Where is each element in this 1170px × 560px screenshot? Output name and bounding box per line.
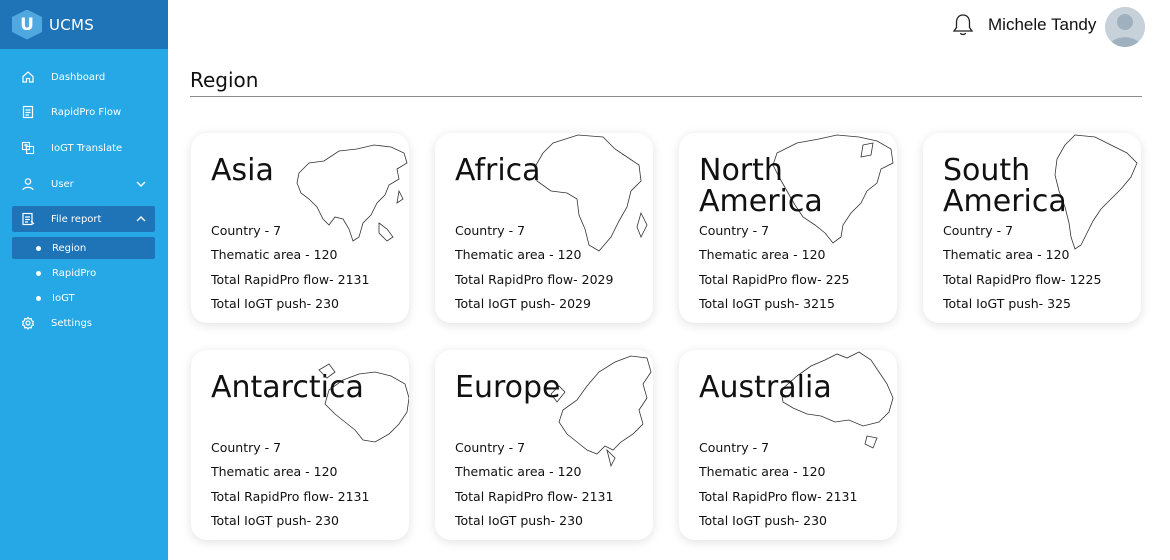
region-iogt-push: Total IoGT push- 230 [699, 513, 827, 528]
region-card-asia[interactable]: Asia Country - 7 Thematic area - 120 Tot… [191, 133, 409, 323]
region-card-europe[interactable]: Europe Country - 7 Thematic area - 120 T… [435, 350, 653, 540]
antarctica-map-icon [318, 363, 409, 443]
user-name[interactable]: Michele Tandy [988, 15, 1096, 35]
region-iogt-push: Total IoGT push- 3215 [699, 296, 835, 311]
asia-map-icon [296, 144, 408, 242]
region-iogt-push: Total IoGT push- 325 [943, 296, 1071, 311]
sidebar-subitem-iogt[interactable]: IoGT [12, 287, 155, 309]
brand[interactable]: U UCMS [0, 0, 168, 49]
sidebar-subitem-label: RapidPro [52, 267, 97, 279]
africa-map-icon [534, 134, 648, 252]
file-report-icon [21, 212, 35, 226]
user-icon [21, 177, 35, 191]
sidebar-item-label: Dashboard [51, 71, 106, 83]
sidebar-item-label: User [51, 178, 74, 190]
avatar-image [1105, 7, 1145, 47]
sidebar-item-label: File report [51, 213, 102, 225]
region-rapidpro-flow: Total RapidPro flow- 2131 [211, 272, 370, 287]
avatar[interactable] [1105, 7, 1145, 47]
region-card-north-america[interactable]: North America Country - 7 Thematic area … [679, 133, 897, 323]
region-thematic-area: Thematic area - 120 [943, 247, 1070, 262]
sidebar-subitem-label: Region [52, 242, 87, 254]
region-card-south-america[interactable]: South America Country - 7 Thematic area … [923, 133, 1141, 323]
region-card-antarctica[interactable]: Antarctica Country - 7 Thematic area - 1… [191, 350, 409, 540]
region-card-australia[interactable]: Australia Country - 7 Thematic area - 12… [679, 350, 897, 540]
chevron-down-icon[interactable] [135, 178, 147, 190]
region-thematic-area: Thematic area - 120 [211, 247, 338, 262]
sidebar: U UCMS Dashboard RapidPro Flow IoGT Tran… [0, 0, 168, 560]
sidebar-item-label: IoGT Translate [51, 142, 123, 154]
gear-icon [21, 316, 35, 330]
bullet-icon [36, 270, 41, 276]
region-country: Country - 7 [699, 440, 770, 455]
region-rapidpro-flow: Total RapidPro flow- 2029 [455, 272, 614, 287]
bullet-icon [36, 245, 41, 251]
bell-icon[interactable] [950, 12, 976, 38]
sidebar-item-rapidpro-flow[interactable]: RapidPro Flow [12, 99, 155, 125]
divider [190, 96, 1142, 97]
sidebar-item-iogt-translate[interactable]: IoGT Translate [12, 135, 155, 161]
page-title: Region [190, 68, 259, 92]
region-thematic-area: Thematic area - 120 [455, 247, 582, 262]
translate-icon [21, 141, 35, 155]
region-country: Country - 7 [455, 223, 526, 238]
sidebar-item-user[interactable]: User [12, 171, 155, 197]
chevron-up-icon[interactable] [135, 213, 147, 225]
region-rapidpro-flow: Total RapidPro flow- 1225 [943, 272, 1102, 287]
region-name: Asia [211, 153, 274, 188]
region-rapidpro-flow: Total RapidPro flow- 2131 [211, 489, 370, 504]
region-country: Country - 7 [699, 223, 770, 238]
sidebar-subitem-label: IoGT [52, 292, 75, 304]
australia-map-icon [780, 351, 894, 449]
region-name: Africa [455, 153, 541, 188]
region-thematic-area: Thematic area - 120 [699, 247, 826, 262]
region-name: North America [699, 153, 823, 219]
region-name: South America [943, 153, 1067, 219]
region-card-africa[interactable]: Africa Country - 7 Thematic area - 120 T… [435, 133, 653, 323]
region-country: Country - 7 [211, 440, 282, 455]
region-rapidpro-flow: Total RapidPro flow- 2131 [699, 489, 858, 504]
brand-name: UCMS [49, 15, 95, 34]
region-iogt-push: Total IoGT push- 230 [211, 513, 339, 528]
region-country: Country - 7 [211, 223, 282, 238]
region-country: Country - 7 [943, 223, 1014, 238]
region-rapidpro-flow: Total RapidPro flow- 2131 [455, 489, 614, 504]
europe-map-icon [550, 355, 652, 468]
region-iogt-push: Total IoGT push- 2029 [455, 296, 591, 311]
region-name: Australia [699, 370, 832, 405]
sidebar-item-dashboard[interactable]: Dashboard [12, 64, 155, 90]
logo-icon: U [12, 9, 42, 40]
home-icon [21, 70, 35, 84]
region-rapidpro-flow: Total RapidPro flow- 225 [699, 272, 850, 287]
sidebar-subitem-rapidpro[interactable]: RapidPro [12, 262, 155, 284]
region-iogt-push: Total IoGT push- 230 [211, 296, 339, 311]
sidebar-item-settings[interactable]: Settings [12, 310, 155, 336]
region-country: Country - 7 [455, 440, 526, 455]
region-thematic-area: Thematic area - 120 [211, 464, 338, 479]
region-iogt-push: Total IoGT push- 230 [455, 513, 583, 528]
region-name: Antarctica [211, 370, 364, 405]
region-thematic-area: Thematic area - 120 [455, 464, 582, 479]
region-thematic-area: Thematic area - 120 [699, 464, 826, 479]
document-icon [21, 105, 35, 119]
sidebar-item-label: Settings [51, 317, 93, 329]
region-name: Europe [455, 370, 561, 405]
sidebar-item-label: RapidPro Flow [51, 106, 122, 118]
bullet-icon [36, 295, 41, 301]
sidebar-subitem-region[interactable]: Region [12, 237, 155, 259]
sidebar-item-file-report[interactable]: File report [12, 206, 155, 232]
